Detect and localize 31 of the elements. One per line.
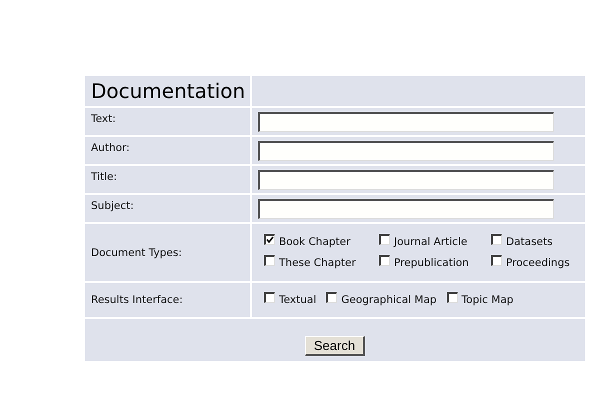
group-label: Document Types:	[91, 246, 182, 258]
field-label: Subject:	[91, 200, 134, 212]
checkbox-option[interactable]: Book Chapter	[264, 236, 379, 248]
field-label: Text:	[91, 113, 116, 125]
checkbox-option[interactable]: Textual	[264, 294, 316, 306]
field-label: Author:	[91, 142, 130, 154]
input-field[interactable]	[258, 140, 554, 160]
checkbox-option[interactable]: Prepublication	[379, 257, 491, 269]
checkbox-option[interactable]: Geographical Map	[326, 294, 437, 306]
checkbox-option[interactable]: Topic Map	[446, 294, 514, 306]
checkbox-option[interactable]: Journal Article	[379, 236, 491, 248]
field-label: Title:	[91, 171, 118, 183]
input-field[interactable]	[258, 198, 554, 218]
checkbox[interactable]	[491, 234, 502, 244]
checkbox-option[interactable]: Proceedings	[491, 257, 570, 269]
input-field[interactable]	[258, 112, 554, 132]
search-button[interactable]: Search	[304, 336, 366, 356]
group-label: Results Interface:	[91, 294, 183, 306]
form-title: Documentation	[91, 79, 246, 103]
checkbox[interactable]	[446, 292, 458, 302]
checkbox[interactable]	[264, 254, 275, 266]
checkbox[interactable]	[264, 234, 275, 244]
input-field[interactable]	[258, 170, 554, 190]
check-icon	[266, 236, 274, 243]
checkbox[interactable]	[379, 234, 390, 244]
checkbox[interactable]	[491, 254, 502, 266]
checkbox-option[interactable]: These Chapter	[264, 257, 379, 269]
checkbox-option[interactable]: Datasets	[491, 236, 570, 248]
checkbox[interactable]	[264, 292, 275, 302]
checkbox[interactable]	[379, 254, 390, 266]
checkbox[interactable]	[326, 292, 338, 302]
